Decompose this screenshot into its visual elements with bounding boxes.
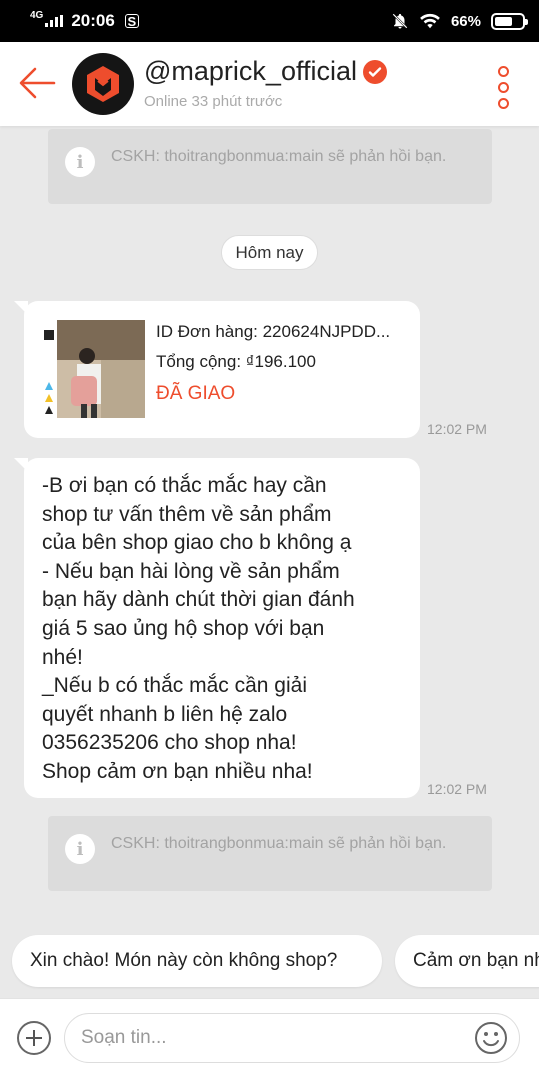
quick-reply-chip[interactable]: Cảm ơn bạn nh bbox=[395, 935, 539, 987]
system-notice: i CSKH: thoitrangbonmua:main sẽ phản hồi… bbox=[48, 129, 492, 204]
back-arrow-icon[interactable] bbox=[18, 66, 56, 100]
message-line: -B ơi bạn có thắc mắc hay cần bbox=[42, 474, 327, 497]
shop-avatar[interactable] bbox=[72, 53, 134, 115]
message-line: 0356235206 cho shop nha! bbox=[42, 731, 297, 755]
date-separator: Hôm nay bbox=[221, 235, 318, 270]
message-line: nhé! bbox=[42, 645, 83, 669]
wifi-icon bbox=[420, 13, 440, 29]
info-icon: i bbox=[65, 834, 95, 864]
message-line: shop tư vấn thêm về sản phẩm bbox=[42, 502, 332, 526]
verified-check-icon bbox=[362, 59, 387, 84]
message-time: 12:02 PM bbox=[427, 421, 487, 437]
message-bubble[interactable]: -B ơi bạn có thắc mắc hay cần shop tư vấ… bbox=[14, 458, 420, 798]
emoji-icon[interactable] bbox=[474, 1021, 508, 1055]
message-line: - Nếu bạn hài lòng về sản phẩm bbox=[42, 559, 340, 583]
shop-logo-icon bbox=[87, 66, 119, 102]
message-line: Shop cảm ơn bạn nhiều nha! bbox=[42, 759, 313, 783]
battery-percent: 66% bbox=[450, 12, 481, 30]
order-id: ID Đơn hàng: 220624NJPDD... bbox=[156, 322, 391, 341]
notice-text: CSKH: thoitrangbonmua:main sẽ phản hồi b… bbox=[111, 835, 447, 852]
order-status: ĐÃ GIAO bbox=[156, 383, 236, 404]
order-product-image bbox=[41, 320, 145, 418]
message-line: giá 5 sao ủng hộ shop với bạn bbox=[42, 616, 325, 640]
signal-icon bbox=[45, 15, 64, 27]
notification-app-icon: S bbox=[124, 14, 139, 29]
status-bar: 4G 20:06 S 66% bbox=[0, 0, 539, 42]
chat-header: @maprick_official Online 33 phút trước bbox=[0, 42, 539, 126]
shop-name-text: @maprick_official bbox=[144, 56, 357, 86]
system-notice: i CSKH: thoitrangbonmua:main sẽ phản hồi… bbox=[48, 816, 492, 891]
mute-bell-icon bbox=[392, 13, 408, 29]
message-composer bbox=[0, 998, 539, 1076]
notice-text: CSKH: thoitrangbonmua:main sẽ phản hồi b… bbox=[111, 148, 447, 165]
message-time: 12:02 PM bbox=[427, 781, 487, 797]
shop-name[interactable]: @maprick_official bbox=[144, 56, 387, 87]
info-icon: i bbox=[65, 147, 95, 177]
more-options-icon[interactable] bbox=[498, 66, 509, 109]
network-type: 4G bbox=[30, 9, 44, 21]
message-line: của bên shop giao cho b không ạ bbox=[42, 531, 352, 555]
order-card[interactable]: ID Đơn hàng: 220624NJPDD... Tổng cộng: ₫… bbox=[14, 301, 420, 438]
plus-icon bbox=[26, 1030, 42, 1046]
quick-reply-chip[interactable]: Xin chào! Món này còn không shop? bbox=[12, 935, 382, 987]
order-total: Tổng cộng: ₫196.100 bbox=[156, 352, 316, 371]
status-time: 20:06 bbox=[71, 11, 115, 30]
message-line: _Nếu b có thắc mắc cần giải bbox=[42, 674, 307, 698]
message-line: bạn hãy dành chút thời gian đánh bbox=[42, 588, 355, 612]
battery-icon bbox=[491, 12, 528, 30]
add-attachment-button[interactable] bbox=[17, 1021, 51, 1055]
message-line: quyết nhanh b liên hệ zalo bbox=[42, 702, 288, 726]
message-input[interactable] bbox=[64, 1013, 520, 1063]
online-status: Online 33 phút trước bbox=[144, 93, 283, 110]
